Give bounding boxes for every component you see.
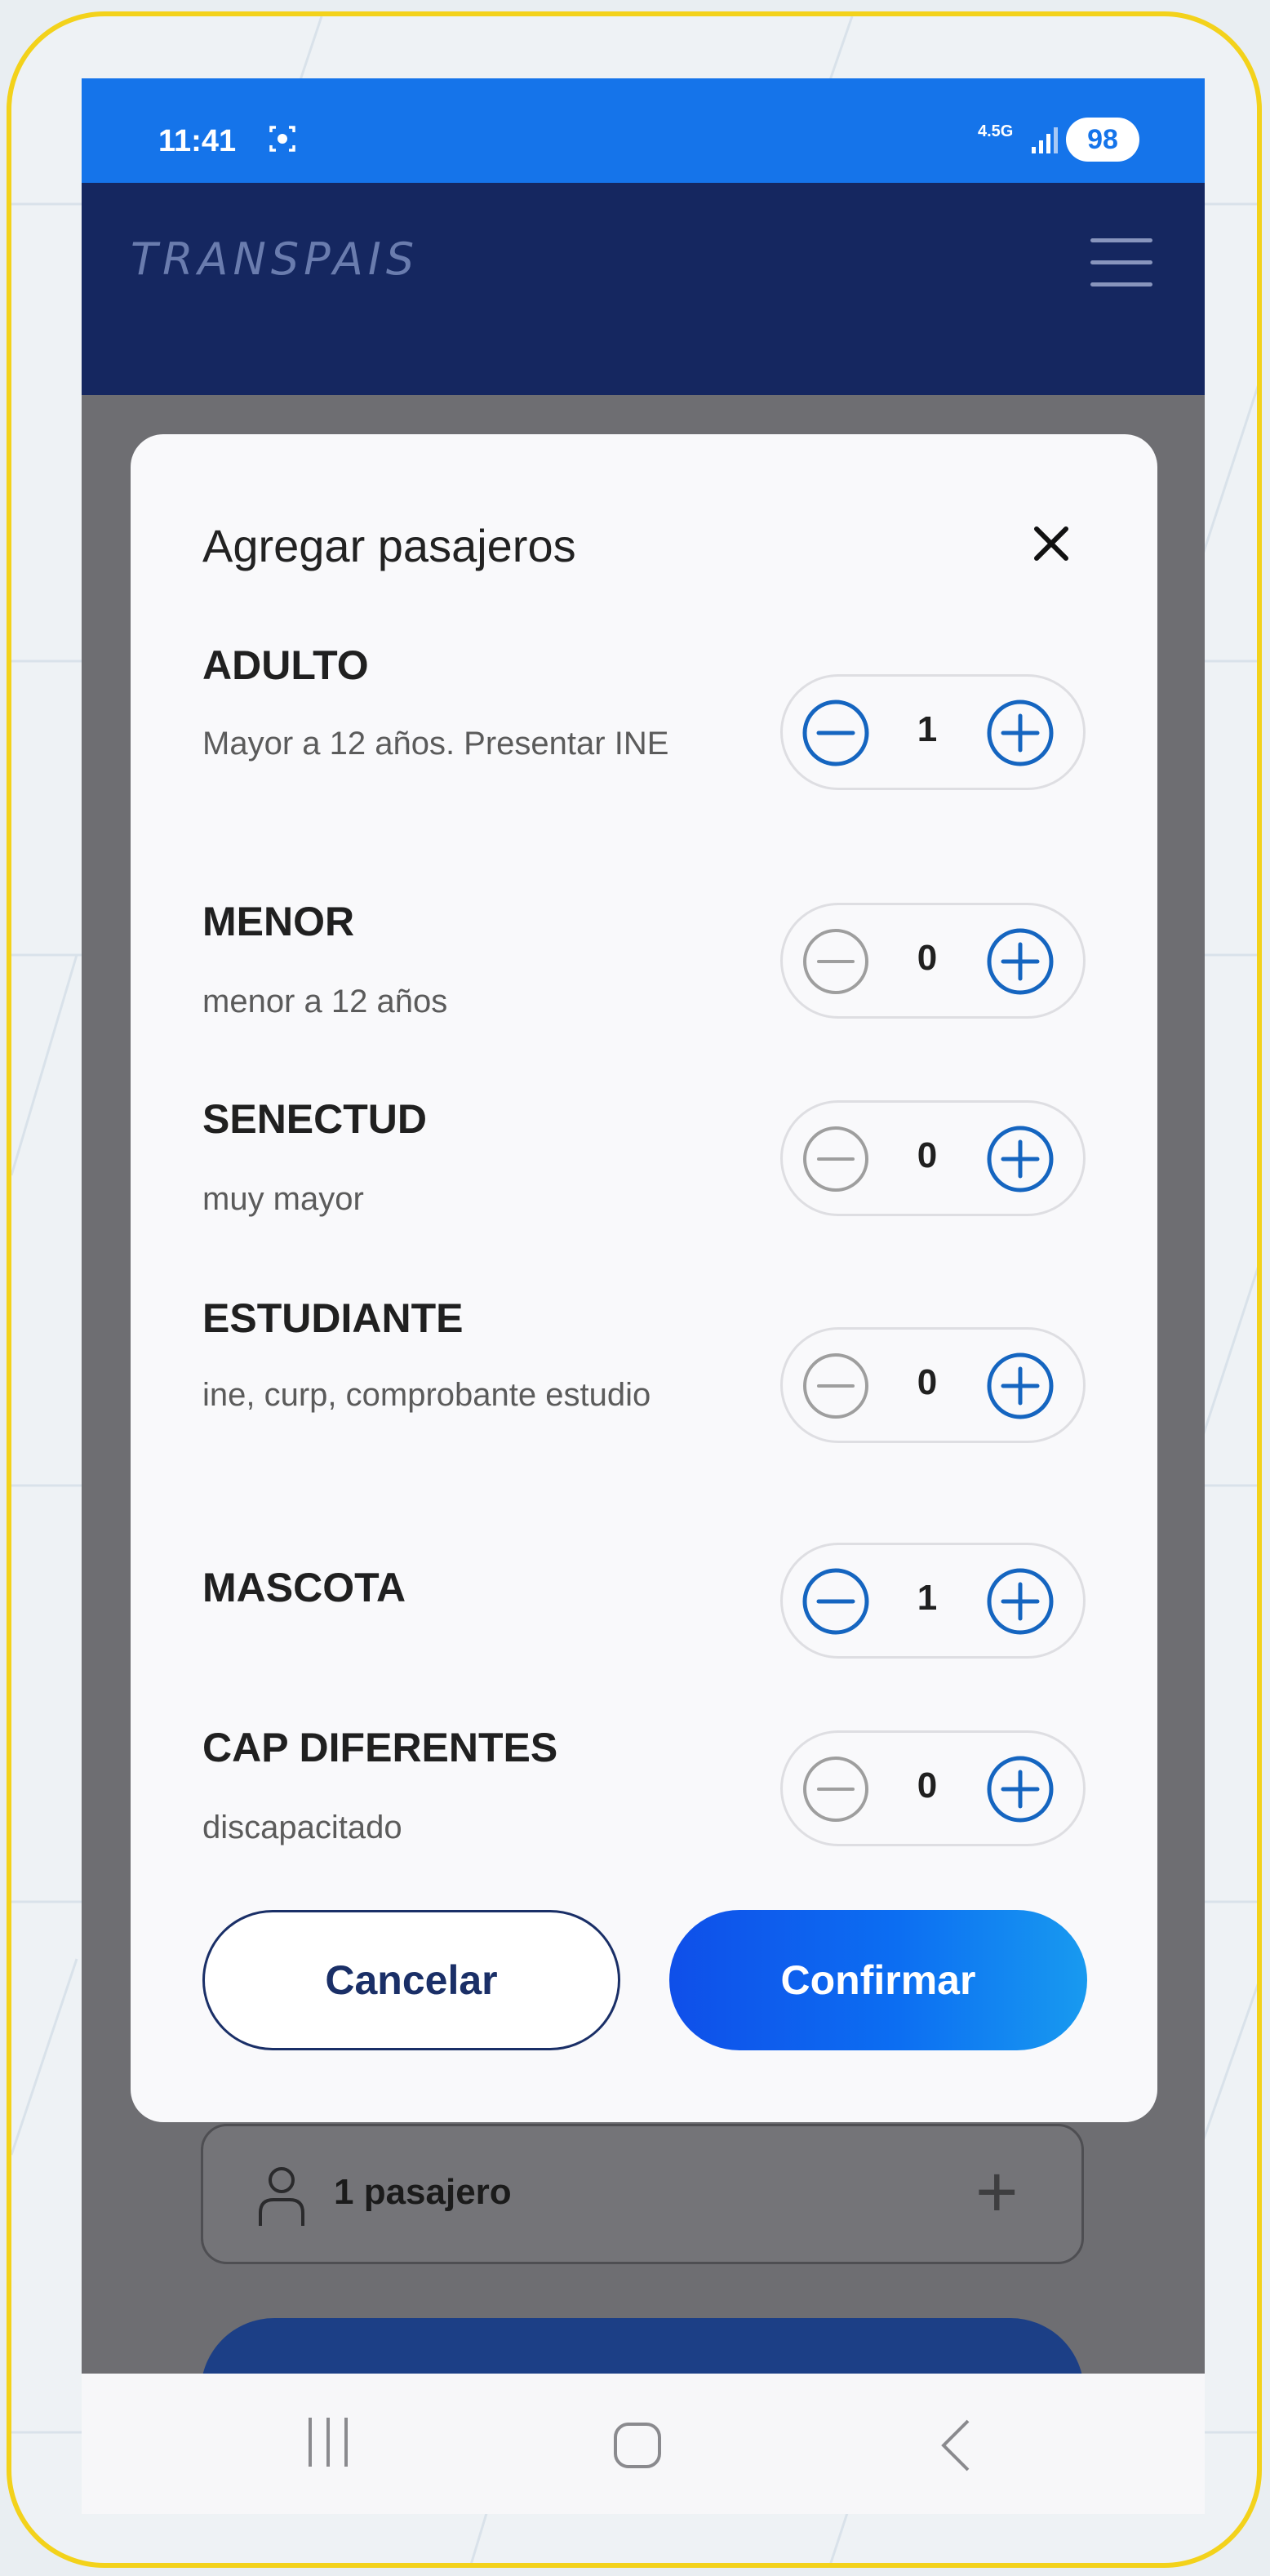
passenger-type-title: ESTUDIANTE (202, 1295, 464, 1341)
passenger-type-title: MENOR (202, 899, 355, 944)
status-bar: 11:41 4.5G 98 (82, 78, 1205, 183)
plus-icon[interactable] (985, 1124, 1055, 1194)
close-icon[interactable] (1027, 519, 1076, 568)
passenger-type-description: ine, curp, comprobante estudio (202, 1377, 651, 1413)
minus-icon[interactable] (801, 698, 871, 768)
pet-stepper: 1 (780, 1543, 1086, 1659)
system-nav-bar (82, 2374, 1205, 2514)
passenger-count: 0 (917, 1362, 938, 1402)
battery-badge: 98 (1066, 118, 1139, 162)
add-passengers-dialog: Agregar pasajeros ADULTO Mayor a 12 años… (131, 434, 1157, 2122)
student-stepper: 0 (780, 1327, 1086, 1443)
minus-icon[interactable] (801, 1754, 871, 1824)
plus-icon: + (975, 2152, 1019, 2233)
passenger-count: 0 (917, 1765, 938, 1805)
senior-stepper: 0 (780, 1100, 1086, 1216)
passenger-type-title: MASCOTA (202, 1565, 406, 1610)
passenger-field-label: 1 pasajero (334, 2172, 512, 2212)
dialog-title: Agregar pasajeros (202, 520, 576, 571)
status-time: 11:41 (158, 124, 237, 158)
minor-stepper: 0 (780, 903, 1086, 1019)
passenger-count: 0 (917, 1135, 938, 1175)
passenger-type-title: ADULTO (202, 642, 369, 688)
passenger-count: 1 (917, 709, 938, 749)
passenger-type-title: SENECTUD (202, 1096, 428, 1142)
passenger-type-description: discapacitado (202, 1810, 402, 1845)
passenger-type-description: muy mayor (202, 1181, 364, 1217)
back-icon[interactable] (937, 2416, 973, 2475)
signal-icon (1032, 127, 1058, 153)
home-icon[interactable] (614, 2423, 661, 2468)
brand-logo: TRANSPAIS (131, 233, 420, 285)
passenger-type-description: Mayor a 12 años. Presentar INE (202, 726, 669, 762)
network-type: 4.5G (978, 122, 1014, 140)
plus-icon[interactable] (985, 1754, 1055, 1824)
adult-stepper: 1 (780, 674, 1086, 790)
passenger-field: 1 pasajero + (201, 2124, 1084, 2264)
passenger-count: 0 (917, 938, 938, 978)
passenger-type-description: menor a 12 años (202, 984, 448, 1019)
passenger-type-title: CAP DIFERENTES (202, 1725, 558, 1770)
minus-icon[interactable] (801, 1566, 871, 1637)
app-bar (82, 183, 1205, 395)
screenshot-icon (269, 126, 295, 152)
cancel-button[interactable]: Cancelar (202, 1910, 620, 2050)
person-icon (259, 2167, 304, 2226)
minus-icon[interactable] (801, 1124, 871, 1194)
plus-icon[interactable] (985, 926, 1055, 997)
hamburger-menu-icon[interactable] (1090, 238, 1152, 287)
minus-icon[interactable] (801, 1351, 871, 1421)
plus-icon[interactable] (985, 1566, 1055, 1637)
plus-icon[interactable] (985, 1351, 1055, 1421)
disability-stepper: 0 (780, 1730, 1086, 1846)
confirm-button[interactable]: Confirmar (669, 1910, 1087, 2050)
minus-icon[interactable] (801, 926, 871, 997)
recents-icon[interactable] (305, 2413, 351, 2472)
passenger-count: 1 (917, 1578, 938, 1618)
plus-icon[interactable] (985, 698, 1055, 768)
